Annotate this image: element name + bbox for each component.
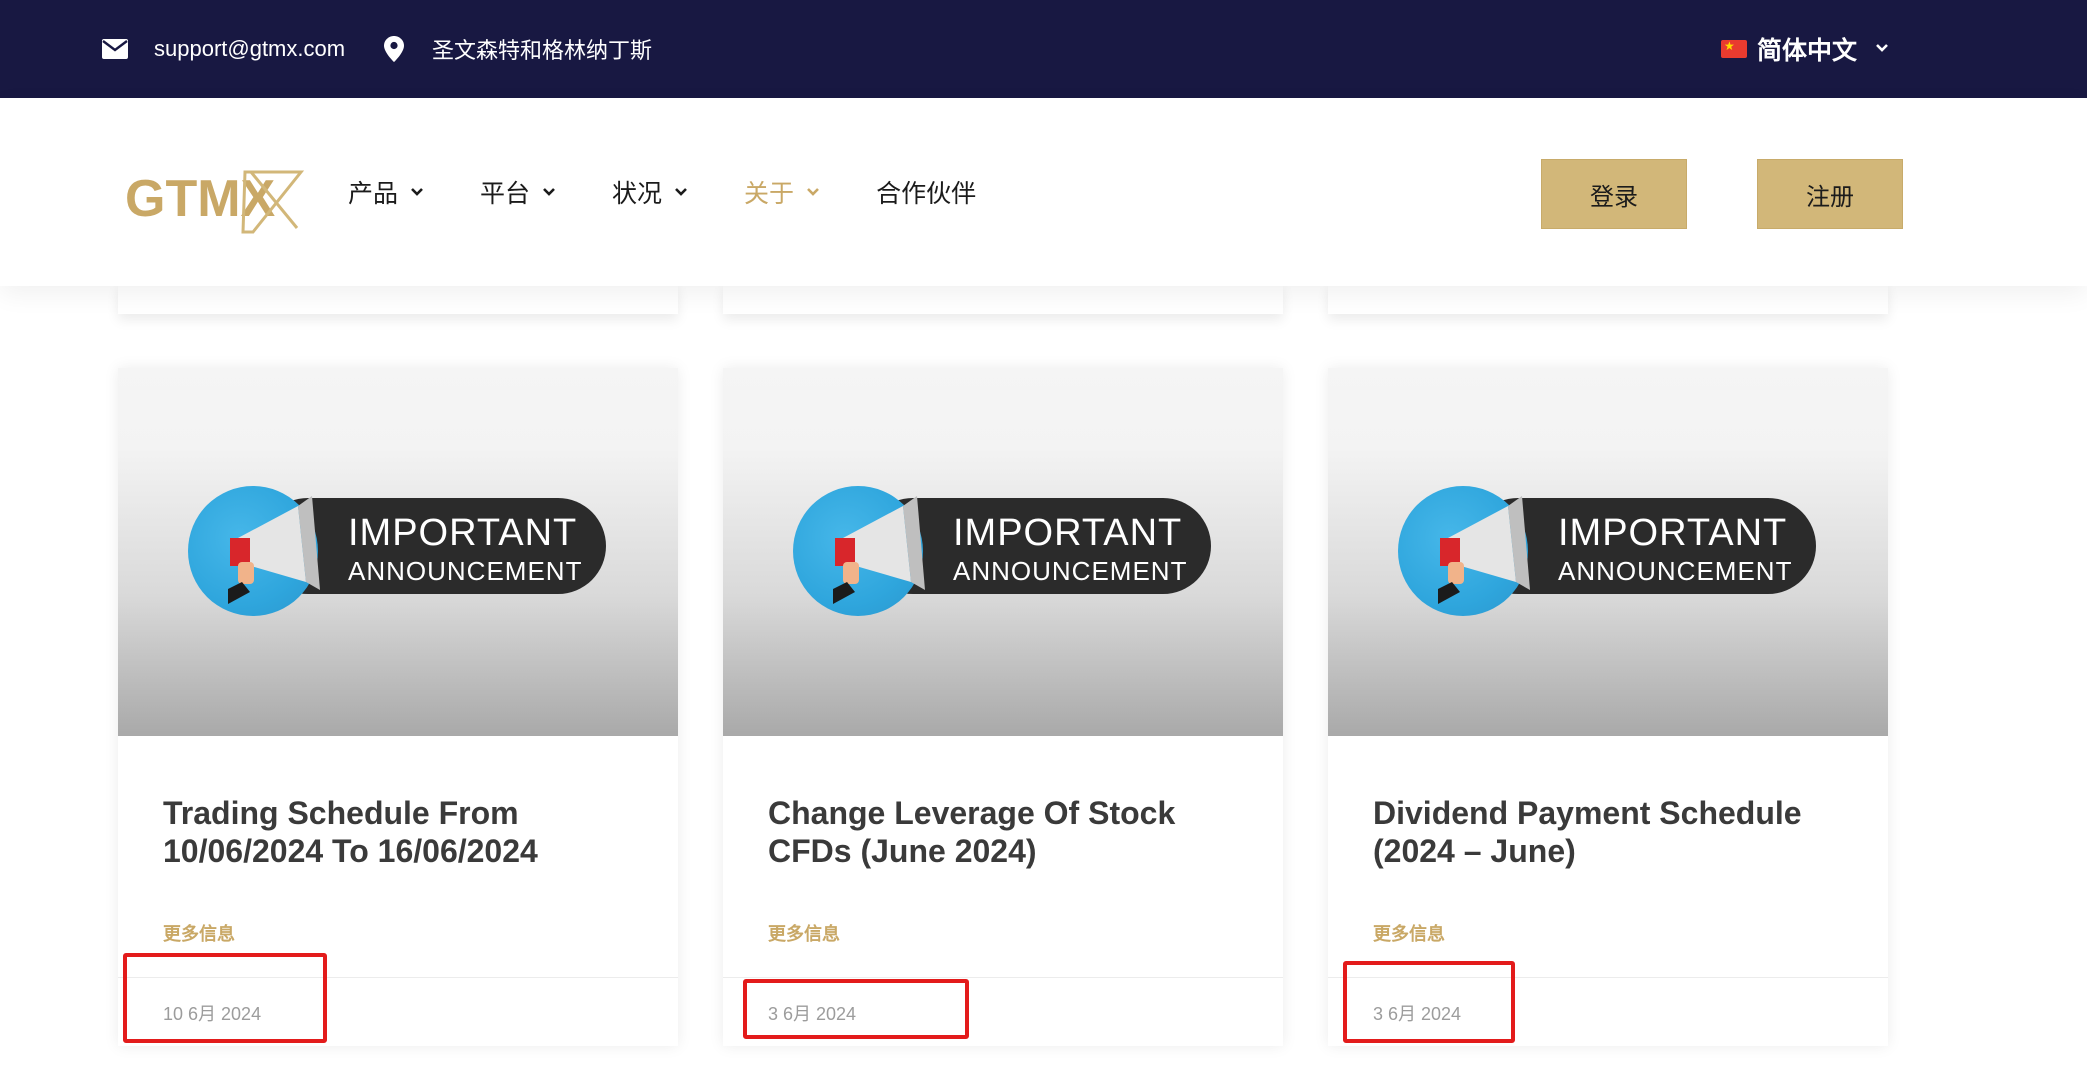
banner-subtitle: ANNOUNCEMENT (1558, 556, 1793, 586)
language-selector[interactable]: 简体中文 (1721, 0, 1889, 98)
envelope-icon (102, 39, 128, 59)
nav-item-platforms[interactable]: 平台 (480, 174, 556, 210)
logo-text: GTMX (125, 170, 276, 228)
nav-item-partners[interactable]: 合作伙伴 (876, 174, 976, 210)
nav-label: 产品 (348, 180, 399, 208)
read-more-link[interactable]: 更多信息 (163, 920, 235, 946)
chevron-down-icon (1875, 40, 1889, 58)
signup-button[interactable]: 注册 (1757, 159, 1903, 229)
previous-card-bottom (118, 282, 678, 314)
map-pin-icon (384, 36, 404, 62)
card-title[interactable]: Trading Schedule From 10/06/2024 To 16/0… (163, 794, 643, 870)
date-highlight-box (1343, 961, 1515, 1043)
banner-title: IMPORTANT (1558, 512, 1788, 554)
gtmx-logo[interactable]: GTMX (125, 164, 305, 234)
read-more-link[interactable]: 更多信息 (768, 920, 840, 946)
card-thumbnail[interactable]: IMPORTANT ANNOUNCEMENT (118, 368, 678, 736)
megaphone-icon (1438, 496, 1530, 604)
news-card[interactable]: IMPORTANT ANNOUNCEMENT Dividend Payment … (1328, 368, 1888, 1046)
card-title[interactable]: Dividend Payment Schedule (2024 – June) (1373, 794, 1853, 870)
language-label: 简体中文 (1757, 37, 1858, 65)
nav-label: 状况 (612, 180, 663, 208)
banner-title: IMPORTANT (348, 512, 578, 554)
main-header: GTMX 产品 平台 状况 关于 合作伙伴 登录 注册 (0, 98, 2087, 286)
nav-item-products[interactable]: 产品 (348, 174, 424, 210)
nav-label: 关于 (744, 180, 795, 208)
card-divider (723, 977, 1283, 978)
nav-label: 合作伙伴 (876, 180, 977, 208)
chevron-down-icon (542, 187, 556, 197)
location-text: 圣文森特和格林纳丁斯 (432, 38, 653, 63)
chevron-down-icon (806, 187, 820, 197)
banner-subtitle: ANNOUNCEMENT (953, 556, 1188, 586)
location-contact: 圣文森特和格林纳丁斯 (384, 0, 652, 98)
banner-subtitle: ANNOUNCEMENT (348, 556, 583, 586)
nav-item-conditions[interactable]: 状况 (612, 174, 688, 210)
email-contact[interactable]: support@gtmx.com (102, 0, 345, 98)
card-thumbnail[interactable]: IMPORTANT ANNOUNCEMENT (723, 368, 1283, 736)
nav-item-about[interactable]: 关于 (744, 174, 820, 210)
news-card[interactable]: IMPORTANT ANNOUNCEMENT Trading Schedule … (118, 368, 678, 1046)
card-title[interactable]: Change Leverage Of Stock CFDs (June 2024… (768, 794, 1248, 870)
main-nav: 产品 平台 状况 关于 合作伙伴 (348, 98, 1032, 286)
announcement-banner: IMPORTANT ANNOUNCEMENT (1398, 486, 1818, 620)
previous-card-bottom (1328, 282, 1888, 314)
date-highlight-box (743, 979, 969, 1039)
date-highlight-box (123, 953, 327, 1043)
card-thumbnail[interactable]: IMPORTANT ANNOUNCEMENT (1328, 368, 1888, 736)
announcement-banner: IMPORTANT ANNOUNCEMENT (793, 486, 1213, 620)
megaphone-icon (833, 496, 925, 604)
chevron-down-icon (410, 187, 424, 197)
news-card[interactable]: IMPORTANT ANNOUNCEMENT Change Leverage O… (723, 368, 1283, 1046)
banner-title: IMPORTANT (953, 512, 1183, 554)
announcement-banner: IMPORTANT ANNOUNCEMENT (188, 486, 608, 620)
top-bar: support@gtmx.com 圣文森特和格林纳丁斯 简体中文 (0, 0, 2087, 98)
previous-card-bottom (723, 282, 1283, 314)
read-more-link[interactable]: 更多信息 (1373, 920, 1445, 946)
china-flag-icon (1721, 39, 1747, 58)
login-button[interactable]: 登录 (1541, 159, 1687, 229)
email-text[interactable]: support@gtmx.com (154, 36, 345, 62)
megaphone-icon (228, 496, 320, 604)
nav-label: 平台 (480, 180, 531, 208)
chevron-down-icon (674, 187, 688, 197)
